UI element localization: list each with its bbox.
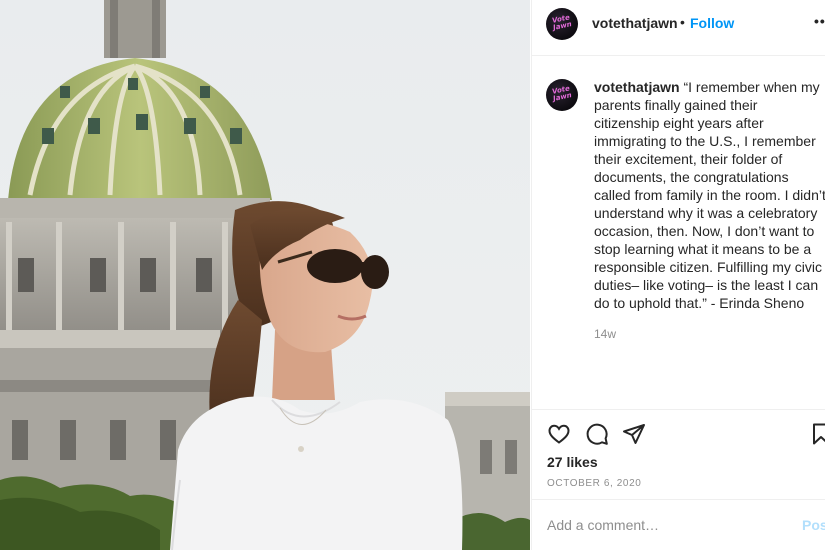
comment-box: Post bbox=[532, 499, 825, 550]
post-date: OCTOBER 6, 2020 bbox=[547, 478, 642, 489]
separator-dot: • bbox=[680, 14, 685, 30]
brand-logo: Vote Jawn bbox=[549, 84, 576, 106]
paper-plane-icon[interactable] bbox=[622, 422, 646, 446]
post-side-panel: Vote Jawn votethatjawn • Follow ••• Vote… bbox=[531, 0, 825, 550]
caption-username-link[interactable]: votethatjawn bbox=[594, 79, 680, 95]
caption-body: “I remember when my parents finally gain… bbox=[594, 79, 825, 311]
timestamp[interactable]: 14w bbox=[594, 327, 616, 341]
bookmark-icon[interactable] bbox=[810, 422, 825, 446]
avatar[interactable]: Vote Jawn bbox=[546, 8, 578, 40]
brand-logo: Vote Jawn bbox=[549, 13, 576, 35]
comment-input[interactable] bbox=[547, 513, 787, 537]
likes-count[interactable]: 27 likes bbox=[547, 454, 598, 470]
post-comment-button[interactable]: Post bbox=[802, 517, 825, 533]
post-photo[interactable] bbox=[0, 0, 530, 550]
comment-bubble-icon[interactable] bbox=[585, 422, 609, 446]
follow-button[interactable]: Follow bbox=[690, 15, 734, 31]
caption-text: votethatjawn “I remember when my parents… bbox=[594, 78, 825, 312]
heart-icon[interactable] bbox=[547, 422, 571, 446]
photo-capitol-dome-woman bbox=[0, 0, 530, 550]
caption-section: Vote Jawn votethatjawn “I remember when … bbox=[532, 57, 825, 409]
action-bar: 27 likes OCTOBER 6, 2020 bbox=[532, 409, 825, 499]
caption-avatar[interactable]: Vote Jawn bbox=[546, 79, 578, 111]
post-header: Vote Jawn votethatjawn • Follow ••• bbox=[532, 0, 825, 56]
username-link[interactable]: votethatjawn bbox=[592, 15, 678, 31]
more-options-icon[interactable]: ••• bbox=[814, 13, 825, 29]
